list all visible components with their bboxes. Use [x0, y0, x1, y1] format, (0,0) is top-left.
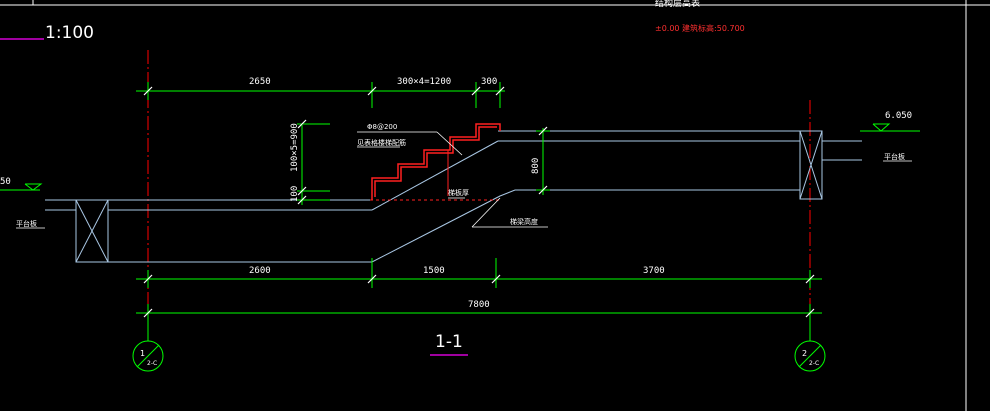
- bottom-dim-1: 2600: [249, 266, 271, 276]
- bottom-dim-3: 3700: [643, 266, 665, 276]
- rebar-steps: [370, 123, 501, 201]
- axis-sub-2: 2-C: [809, 360, 819, 367]
- axis-bubble-2: 2 2-C: [794, 340, 826, 372]
- header-subtitle: ±0.00 建筑标高:50.700: [655, 23, 745, 33]
- axis-lines: [147, 50, 811, 340]
- top-dim-2: 300×4=1200: [397, 77, 451, 87]
- vert-dim-1: 100×5=900: [290, 123, 300, 172]
- scale-indicator: 1:100: [0, 23, 94, 43]
- bearing-note-label: 梯梁高度: [510, 217, 538, 226]
- rise-dim: 800: [531, 158, 541, 174]
- elevation-left-symbol: [24, 183, 43, 191]
- section-title-group: 1-1: [430, 332, 468, 356]
- stair-slab-label: 梯板厚: [448, 188, 469, 197]
- drawing-canvas: 1:100 结构层高表 ±0.00 建筑标高:50.700 Φ8@200 见表格…: [0, 0, 990, 411]
- axis-sub-1: 2-C: [147, 360, 157, 367]
- annotations: Φ8@200 见表格楼梯配筋 梯板厚 梯梁高度 平台板 平台板: [16, 123, 912, 229]
- top-dim-1: 2650: [249, 77, 271, 87]
- left-tag-label: 平台板: [16, 219, 37, 228]
- right-tag-label: 平台板: [884, 152, 905, 161]
- rebar-spec-label: Φ8@200: [367, 123, 397, 131]
- rebar-step-outline: [371, 123, 501, 200]
- elevation-right-label: 6.050: [885, 111, 912, 121]
- scale-label: 1:100: [45, 23, 94, 43]
- stair-soffit: [108, 189, 543, 263]
- leader-bearing-diag: [471, 197, 501, 228]
- rebar-step-inner: [374, 126, 497, 197]
- total-dim: 7800: [468, 300, 490, 310]
- rebar-note-label: 见表格楼梯配筋: [357, 138, 406, 147]
- elevation-left-label: 50: [0, 177, 11, 187]
- axis-num-2: 2: [802, 349, 807, 358]
- header-title: 结构层高表: [655, 0, 700, 9]
- section-title: 1-1: [435, 332, 463, 352]
- bottom-dim-2: 1500: [423, 266, 445, 276]
- axis-num-1: 1: [140, 349, 145, 358]
- axis-bubble-1: 1 2-C: [132, 340, 164, 372]
- leader-rebar-2: [436, 131, 463, 156]
- upper-beam-bottom: [515, 189, 801, 199]
- vert-dim-2: 100: [290, 186, 300, 202]
- dimension-ticks: [143, 86, 815, 318]
- elevation-markers: [0, 123, 920, 191]
- elevation-right-symbol: [872, 123, 891, 132]
- top-dim-3: 300: [481, 77, 497, 87]
